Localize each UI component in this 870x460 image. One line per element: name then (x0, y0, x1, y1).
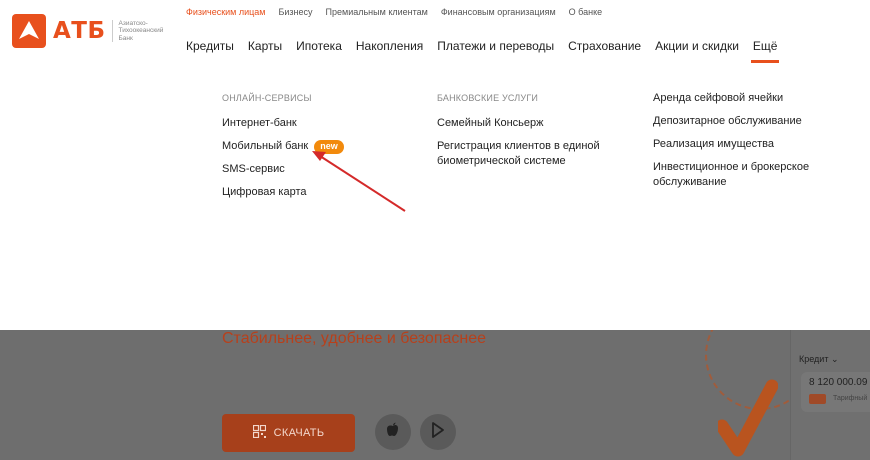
logo-text: АТБ (53, 18, 106, 44)
card-label-text: Кредит (799, 354, 829, 364)
menu-item-family-concierge[interactable]: Семейный Консьерж (437, 116, 622, 131)
menu-item-label: Регистрация клиентов в единой биометриче… (437, 140, 600, 167)
menu-item-safe-deposit[interactable]: Аренда сейфовой ячейки (653, 91, 833, 106)
menu-column-heading: БАНКОВСКИЕ УСЛУГИ (437, 93, 539, 103)
main-nav-mortgage[interactable]: Ипотека (296, 39, 342, 53)
site-header: АТБ Азиатско- Тихоокеанский Банк Физичес… (0, 0, 870, 64)
menu-item-depository[interactable]: Депозитарное обслуживание (653, 114, 833, 129)
audience-nav: Физическим лицам Бизнесу Премиальным кли… (186, 7, 602, 17)
card-amount: 8 120 000.09 ₽ (809, 377, 870, 388)
google-play-button[interactable] (420, 414, 456, 450)
menu-item-property-sale[interactable]: Реализация имущества (653, 137, 833, 152)
menu-item-investment-brokerage[interactable]: Инвестиционное и брокерское обслуживание (653, 160, 833, 190)
menu-item-label: Мобильный банк (222, 140, 309, 152)
menu-item-internet-bank[interactable]: Интернет-банк (222, 116, 412, 131)
menu-item-label: Реализация имущества (653, 138, 775, 150)
more-dropdown-menu: ОНЛАЙН-СЕРВИСЫ Интернет-банк Мобильный б… (0, 64, 870, 330)
hero-subtitle: Стабильнее, удобнее и безопаснее (222, 330, 487, 347)
page-overlay[interactable]: Стабильнее, удобнее и безопаснее СКАЧАТЬ (0, 330, 870, 460)
main-nav-more[interactable]: Ещё (750, 39, 780, 63)
logo-subtitle-line: Банк (118, 34, 133, 42)
menu-item-sms-service[interactable]: SMS-сервис (222, 162, 412, 177)
menu-column-bank-services: БАНКОВСКИЕ УСЛУГИ Семейный Консьерж Реги… (437, 91, 622, 177)
main-nav-promotions[interactable]: Акции и скидки (655, 39, 739, 53)
apple-icon (386, 422, 400, 443)
audience-nav-financial-orgs[interactable]: Финансовым организациям (441, 7, 556, 17)
google-play-icon (431, 421, 445, 443)
menu-item-label: Семейный Консьерж (437, 117, 544, 129)
audience-nav-premium[interactable]: Премиальным клиентам (326, 7, 428, 17)
menu-item-digital-card[interactable]: Цифровая карта (222, 185, 412, 200)
main-nav-insurance[interactable]: Страхование (568, 39, 641, 53)
menu-item-mobile-bank[interactable]: Мобильный банк new (222, 139, 412, 154)
card-chip-icon (809, 394, 826, 404)
new-badge: new (314, 139, 344, 154)
credit-card-widget: Кредит ⌄ 8 120 000.09 ₽ Тарифный (790, 330, 870, 460)
logo-subtitle-line: Тихоокеанский (118, 27, 164, 35)
menu-column-other: Аренда сейфовой ячейки Депозитарное обсл… (653, 91, 833, 198)
chevron-down-icon: ⌄ (830, 354, 839, 364)
menu-item-label: Цифровая карта (222, 186, 307, 198)
menu-item-label: Депозитарное обслуживание (653, 115, 802, 127)
menu-item-label: Инвестиционное и брокерское обслуживание (653, 161, 810, 188)
menu-item-biometric-registration[interactable]: Регистрация клиентов в единой биометриче… (437, 139, 622, 169)
qr-code-icon (252, 424, 266, 441)
download-button-label: СКАЧАТЬ (273, 427, 325, 439)
app-store-button[interactable] (375, 414, 411, 450)
menu-column-online-services: ОНЛАЙН-СЕРВИСЫ Интернет-банк Мобильный б… (222, 91, 412, 208)
download-button[interactable]: СКАЧАТЬ (222, 414, 355, 452)
main-nav-cards[interactable]: Карты (248, 39, 282, 53)
menu-item-label: Интернет-банк (222, 117, 297, 129)
menu-column-heading: ОНЛАЙН-СЕРВИСЫ (222, 93, 312, 103)
audience-nav-business[interactable]: Бизнесу (279, 7, 313, 17)
main-nav-savings[interactable]: Накопления (356, 39, 423, 53)
logo-subtitle: Азиатско- Тихоокеанский Банк (111, 19, 172, 43)
card-label: Кредит ⌄ (799, 354, 839, 365)
card-item[interactable]: 8 120 000.09 ₽ Тарифный (801, 372, 870, 412)
menu-item-label: SMS-сервис (222, 163, 285, 175)
checkmark-icon (715, 376, 779, 460)
audience-nav-about[interactable]: О банке (569, 7, 602, 17)
main-nav-payments[interactable]: Платежи и переводы (437, 39, 554, 53)
card-type: Тарифный (833, 395, 868, 402)
audience-nav-individuals[interactable]: Физическим лицам (186, 7, 266, 17)
logo[interactable]: АТБ Азиатско- Тихоокеанский Банк (12, 14, 172, 48)
logo-mark-icon (12, 14, 46, 48)
menu-item-label: Аренда сейфовой ячейки (653, 92, 784, 104)
main-nav: Кредиты Карты Ипотека Накопления Платежи… (186, 39, 780, 63)
main-nav-credits[interactable]: Кредиты (186, 39, 234, 53)
